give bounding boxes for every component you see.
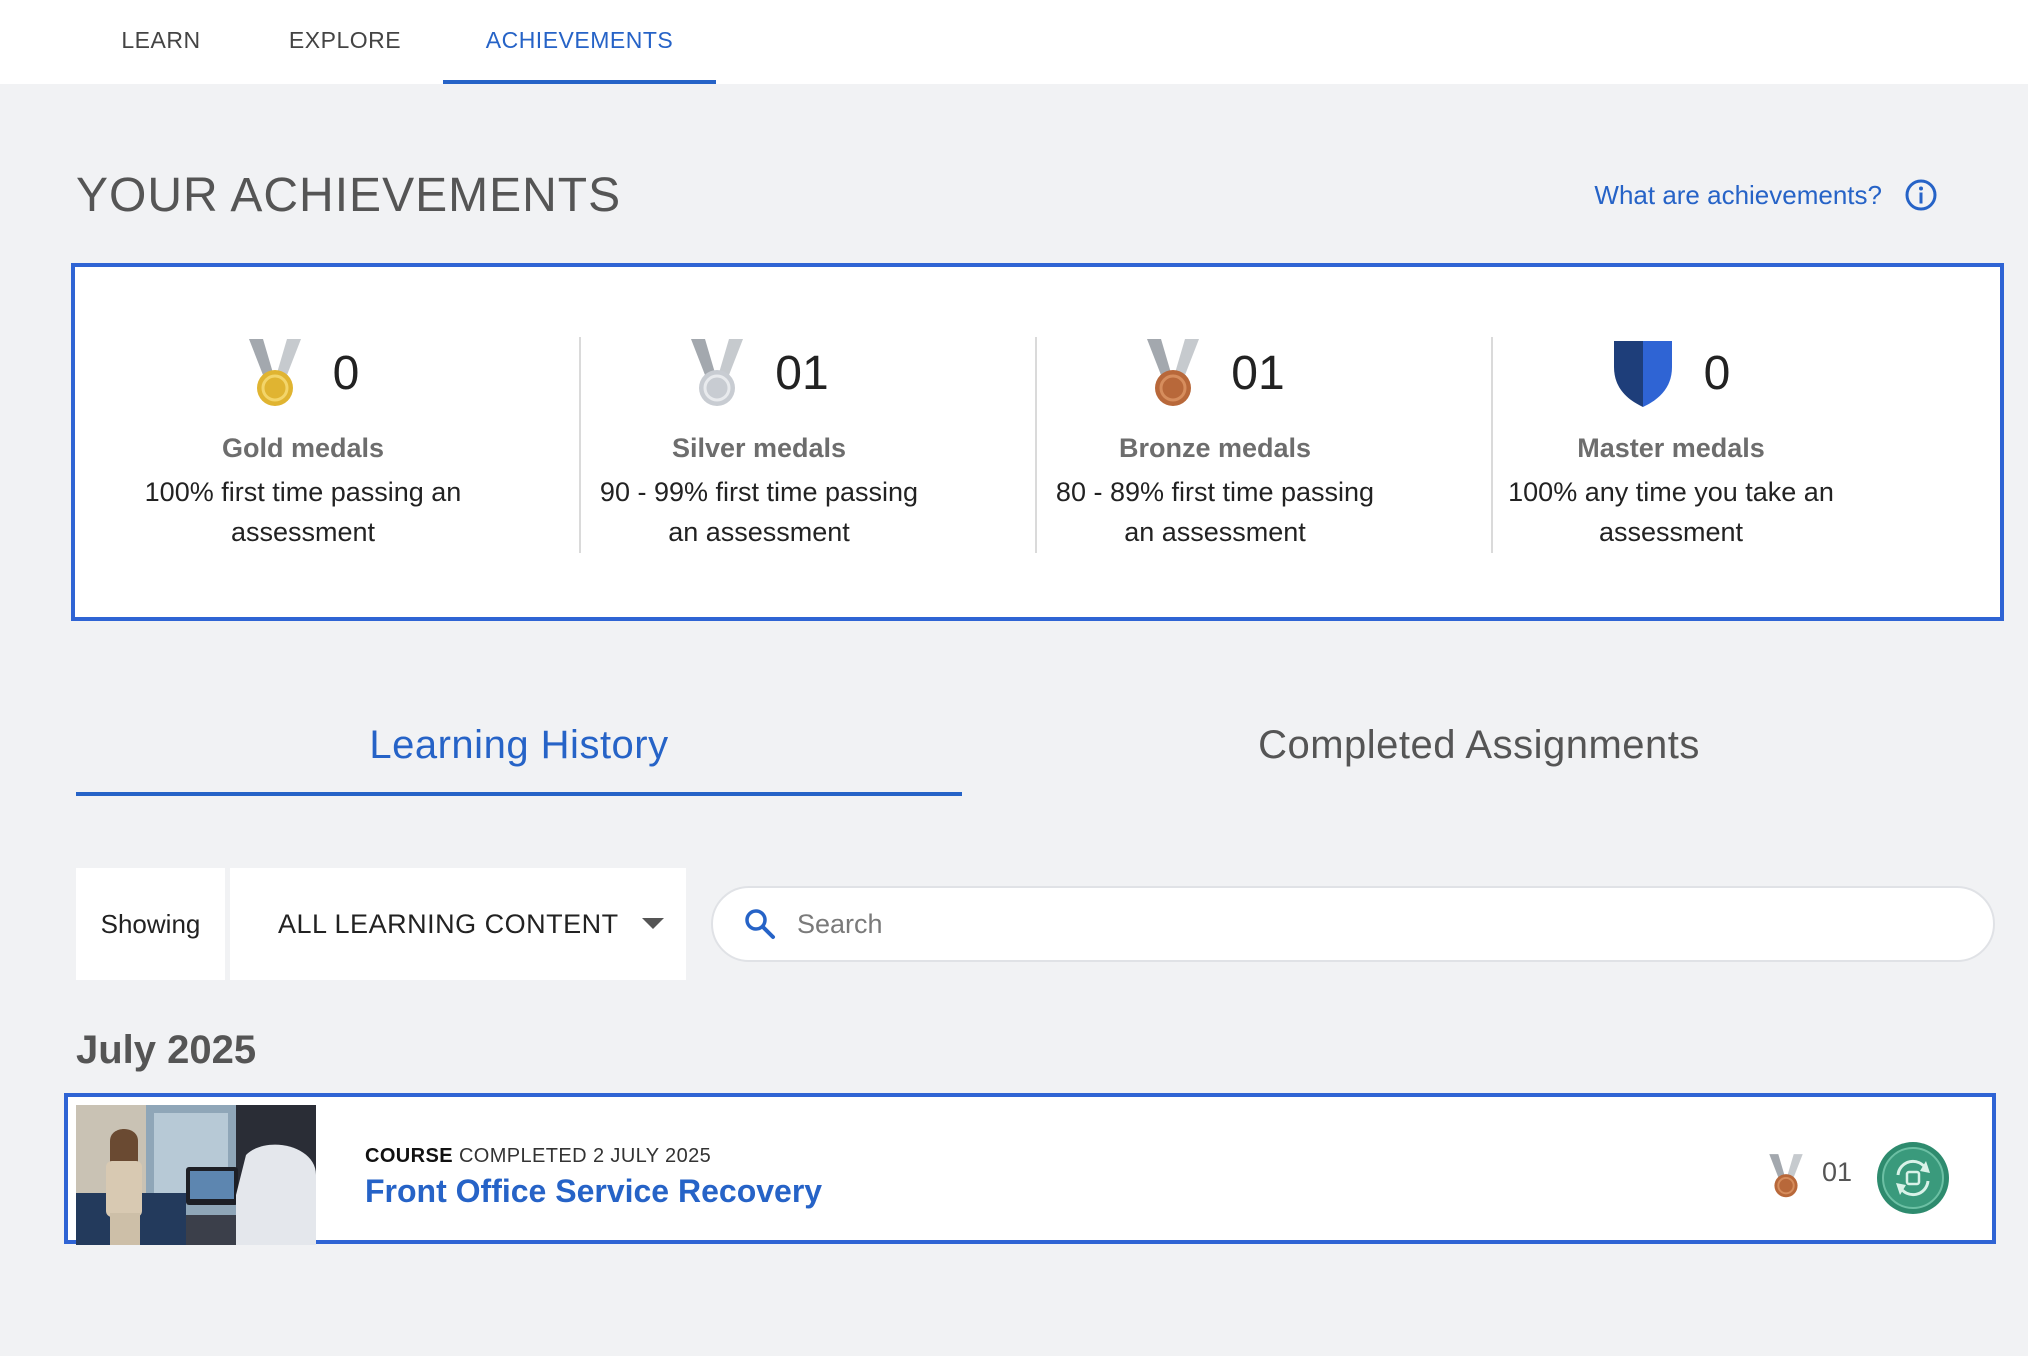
course-medal-count: 01 bbox=[1822, 1157, 1853, 1187]
content-type-label: COURSE bbox=[365, 1145, 453, 1167]
course-thumbnail bbox=[76, 1105, 316, 1245]
bronze-medal-title: Bronze medals bbox=[1118, 433, 1312, 463]
gold-medal-count: 0 bbox=[332, 346, 360, 400]
gold-medal-description: 100% first time passing an assessment bbox=[144, 477, 462, 547]
month-heading: July 2025 bbox=[76, 1028, 257, 1072]
tab-completed-assignments[interactable]: Completed Assignments bbox=[1036, 700, 1922, 796]
nav-tab-learn[interactable]: LEARN bbox=[104, 0, 218, 84]
refresh-badge-icon[interactable] bbox=[1876, 1141, 1950, 1215]
chevron-down-icon bbox=[642, 918, 664, 929]
bronze-medal-description: 80 - 89% first time passing an assessmen… bbox=[1055, 477, 1375, 547]
search-input[interactable] bbox=[797, 908, 1947, 940]
search-icon bbox=[745, 909, 775, 939]
tab-learning-history[interactable]: Learning History bbox=[76, 700, 962, 796]
bronze-medal-summary: 01 Bronze medals 80 - 89% first time pas… bbox=[987, 333, 1443, 553]
silver-medal-icon bbox=[691, 339, 744, 406]
master-medal-title: Master medals bbox=[1577, 433, 1765, 463]
showing-label: Showing bbox=[76, 868, 225, 980]
master-shield-icon bbox=[1613, 341, 1672, 407]
medal-summary-panel: 0 Gold medals 100% first time passing an… bbox=[71, 263, 2004, 621]
gold-medal-icon bbox=[248, 339, 301, 406]
bronze-medal-icon bbox=[1147, 339, 1200, 406]
page-title: YOUR ACHIEVEMENTS bbox=[76, 169, 622, 222]
silver-medal-title: Silver medals bbox=[671, 433, 847, 463]
what-are-achievements-link[interactable]: What are achievements? bbox=[1594, 178, 1938, 212]
silver-medal-description: 90 - 99% first time passing an assessmen… bbox=[599, 477, 919, 547]
completion-status: COMPLETED 2 JULY 2025 bbox=[458, 1145, 712, 1167]
gold-medal-title: Gold medals bbox=[221, 433, 385, 463]
bronze-medal-icon bbox=[1769, 1154, 1803, 1198]
info-icon bbox=[1905, 179, 1937, 211]
bronze-medal-count: 01 bbox=[1231, 346, 1285, 400]
course-meta: COURSE COMPLETED 2 JULY 2025 bbox=[365, 1145, 711, 1168]
help-link-label: What are achievements? bbox=[1594, 179, 1882, 210]
gold-medal-summary: 0 Gold medals 100% first time passing an… bbox=[75, 333, 531, 553]
history-course-card[interactable]: COURSE COMPLETED 2 JULY 2025 Front Offic… bbox=[64, 1093, 1996, 1245]
course-title-link[interactable]: Front Office Service Recovery bbox=[365, 1173, 822, 1210]
nav-tab-explore[interactable]: EXPLORE bbox=[282, 0, 408, 84]
content-filter-value: ALL LEARNING CONTENT bbox=[278, 909, 619, 939]
content-filter-dropdown[interactable]: ALL LEARNING CONTENT bbox=[230, 868, 686, 980]
search-bar[interactable] bbox=[711, 886, 1995, 962]
silver-medal-count: 01 bbox=[775, 346, 829, 400]
master-medal-description: 100% any time you take an assessment bbox=[1508, 477, 1834, 547]
nav-tab-achievements[interactable]: ACHIEVEMENTS bbox=[443, 0, 716, 84]
top-navigation: LEARN EXPLORE ACHIEVEMENTS bbox=[0, 0, 2028, 84]
master-medal-count: 0 bbox=[1703, 346, 1731, 400]
silver-medal-summary: 01 Silver medals 90 - 99% first time pas… bbox=[531, 333, 987, 553]
master-medal-summary: 0 Master medals 100% any time you take a… bbox=[1443, 333, 1899, 553]
